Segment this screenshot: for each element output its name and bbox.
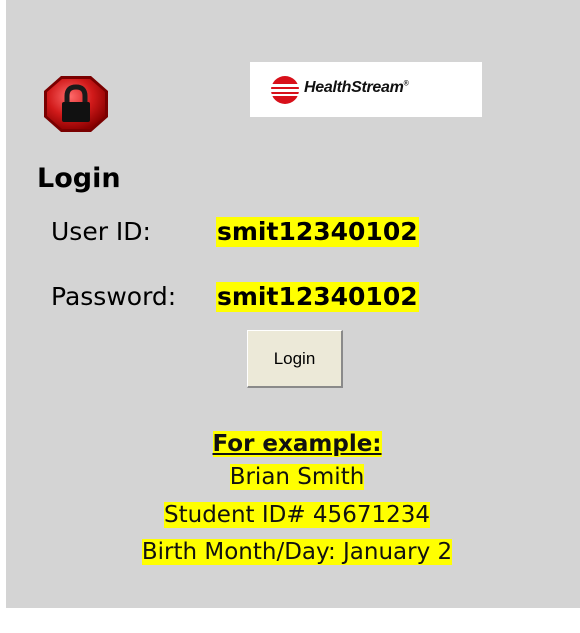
password-value: smit12340102 — [216, 282, 419, 312]
user-id-value: smit12340102 — [216, 217, 419, 247]
logo-text: HealthStream® — [304, 79, 409, 96]
lock-stop-icon — [44, 76, 108, 132]
example-line: Brian Smith — [229, 464, 365, 490]
page-title: Login — [37, 163, 121, 194]
example-line: Birth Month/Day: January 2 — [141, 539, 453, 565]
healthstream-logo-mark — [270, 76, 302, 104]
example-title: For example: — [212, 431, 382, 457]
example-line: Student ID# 45671234 — [164, 502, 430, 528]
user-id-label: User ID: — [51, 217, 151, 246]
healthstream-logo: HealthStream® — [250, 62, 482, 117]
password-label: Password: — [51, 282, 177, 311]
login-button[interactable]: Login — [247, 330, 343, 388]
